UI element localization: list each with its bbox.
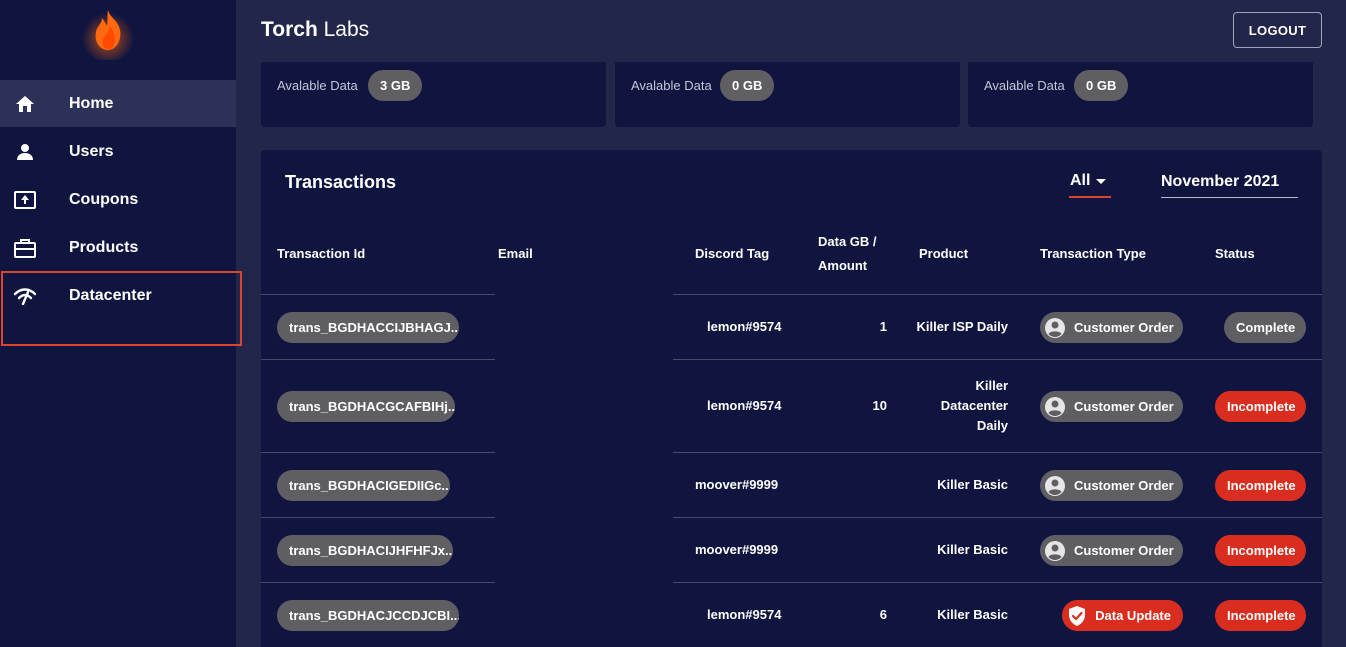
brand-light: Labs [317, 18, 370, 41]
briefcase-icon [13, 236, 37, 260]
transaction-id-chip[interactable]: trans_BGDHACIGEDIIGc... [277, 470, 450, 501]
transactions-title: Transactions [285, 172, 397, 192]
status-badge: Incomplete [1215, 391, 1306, 422]
column-header-email[interactable]: Email [498, 242, 533, 266]
column-header-discord-tag[interactable]: Discord Tag [695, 242, 769, 266]
data-card: Avalable Data 0 GB [968, 62, 1313, 127]
row-divider [261, 359, 495, 360]
column-header-transaction-type[interactable]: Transaction Type [1040, 242, 1146, 266]
data-amount: 1 [879, 319, 887, 334]
column-header-status[interactable]: Status [1215, 242, 1255, 266]
data-amount: 10 [872, 398, 887, 413]
column-header-transaction-id[interactable]: Transaction Id [277, 242, 365, 266]
product-name: Killer Basic [937, 477, 1008, 492]
product-name: Killer Basic [937, 542, 1008, 557]
row-divider [261, 517, 495, 518]
account-circle-icon [1044, 475, 1066, 497]
transactions-panel: Transactions All November 2021 Transacti… [261, 150, 1322, 647]
card-label: Avalable Data [631, 78, 712, 93]
coupon-icon [13, 188, 37, 212]
product-name: Killer ISP Daily [916, 319, 1008, 334]
product-name-line: Daily [976, 418, 1008, 433]
transaction-type-label: Customer Order [1074, 543, 1174, 558]
transaction-id-chip[interactable]: trans_BGDHACIJHFHFJx... [277, 535, 453, 566]
row-divider [261, 582, 495, 583]
transaction-type-badge: Customer Order [1040, 470, 1183, 501]
transaction-type-badge: Customer Order [1040, 535, 1183, 566]
column-header-product[interactable]: Product [919, 242, 968, 266]
data-badge: 3 GB [368, 70, 423, 101]
product-name: Killer Basic [937, 607, 1008, 622]
discord-tag: moover#9999 [695, 477, 779, 492]
sidebar-item-coupons[interactable]: Coupons [0, 176, 236, 223]
page-brand-title: Torch Labs [261, 18, 369, 42]
logout-button[interactable]: LOGOUT [1233, 12, 1322, 48]
status-badge: Incomplete [1215, 600, 1306, 631]
month-picker[interactable]: November 2021 [1161, 166, 1298, 198]
sidebar-item-home[interactable]: Home [0, 80, 236, 127]
transaction-type-label: Data Update [1095, 608, 1171, 623]
product-name-line: Killer [975, 378, 1008, 393]
transaction-id-chip[interactable]: trans_BGDHACJCCDJCBI... [277, 600, 459, 631]
sidebar-item-label: Products [69, 238, 139, 256]
type-filter-dropdown[interactable]: All [1069, 166, 1111, 198]
discord-tag: moover#9999 [695, 542, 779, 557]
transaction-type-badge: Customer Order [1040, 391, 1183, 422]
sidebar-item-users[interactable]: Users [0, 128, 236, 175]
shield-check-icon [1066, 605, 1087, 627]
data-card: Avalable Data 3 GB [261, 62, 606, 127]
data-badge: 0 GB [720, 70, 775, 101]
sidebar-item-label: Home [69, 94, 114, 112]
transaction-type-label: Customer Order [1074, 399, 1174, 414]
row-divider [673, 359, 1322, 360]
status-badge: Incomplete [1215, 535, 1306, 566]
account-circle-icon [1044, 396, 1066, 418]
discord-tag: lemon#9574 [707, 398, 782, 413]
sidebar: Home Users Coupons Products Datacenter [0, 0, 242, 647]
chevron-down-icon [1096, 178, 1107, 184]
data-card: Avalable Data 0 GB [615, 62, 960, 127]
transaction-type-label: Customer Order [1074, 478, 1174, 493]
sidebar-item-products[interactable]: Products [0, 224, 236, 271]
card-label: Avalable Data [277, 78, 358, 93]
row-divider [673, 517, 1322, 518]
user-icon [13, 140, 37, 164]
discord-tag: lemon#9574 [707, 319, 782, 334]
filter-value: All [1070, 172, 1091, 189]
row-divider [261, 452, 495, 453]
status-badge: Complete [1224, 312, 1306, 343]
sidebar-item-label: Users [69, 142, 114, 160]
brand-bold: Torch [261, 18, 318, 41]
account-circle-icon [1044, 540, 1066, 562]
torch-flame-logo[interactable] [80, 4, 136, 62]
column-header-data-amount-line2[interactable]: Amount [818, 254, 867, 278]
account-circle-icon [1044, 317, 1066, 339]
row-divider [673, 582, 1322, 583]
row-divider [261, 294, 495, 295]
data-badge: 0 GB [1074, 70, 1129, 101]
transaction-id-chip[interactable]: trans_BGDHACGCAFBIHj... [277, 391, 455, 422]
row-divider [673, 452, 1322, 453]
selection-highlight-box [1, 271, 242, 346]
transaction-type-badge: Customer Order [1040, 312, 1183, 343]
transaction-type-badge: Data Update [1062, 600, 1183, 631]
column-header-data-amount-line1[interactable]: Data GB / [818, 230, 877, 254]
row-divider [673, 294, 1322, 295]
product-name-line: Datacenter [940, 398, 1008, 413]
transaction-id-chip[interactable]: trans_BGDHACCIJBHAGJ... [277, 312, 459, 343]
month-value: November 2021 [1161, 172, 1280, 190]
home-icon [13, 92, 37, 116]
card-label: Avalable Data [984, 78, 1065, 93]
discord-tag: lemon#9574 [707, 607, 782, 622]
sidebar-item-label: Coupons [69, 190, 139, 208]
status-badge: Incomplete [1215, 470, 1306, 501]
data-amount: 6 [879, 607, 887, 622]
transaction-type-label: Customer Order [1074, 320, 1174, 335]
